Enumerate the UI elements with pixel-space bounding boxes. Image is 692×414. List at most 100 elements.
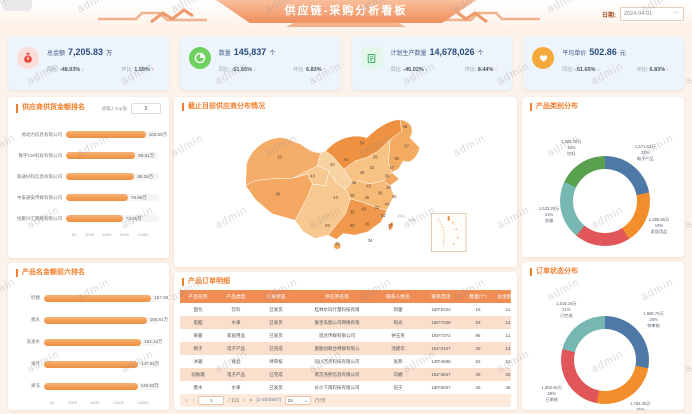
- first-page-button[interactable]: «: [185, 398, 188, 404]
- province-value-label: 37: [404, 144, 409, 149]
- bar-value-label: 147.04万: [141, 361, 159, 367]
- province-value-label: 46: [392, 194, 397, 199]
- kpi-card-average-price: 平均单价 502.86 元 同比: -51.65% ↓ 环比: 6.83% ↑: [523, 37, 684, 90]
- table-row[interactable]: 果酱家居用品已发货思达传媒有限公司钟玉英155*73729611,: [180, 329, 511, 342]
- table-row[interactable]: 冰箱食品待审核同川万点科技有限公司张燕139*46966241,: [180, 355, 511, 368]
- donut-slice-label: 1,784.46万25%已发货: [630, 401, 651, 410]
- province-value-label: 33: [375, 205, 380, 210]
- kpi-unit: 个: [269, 48, 275, 57]
- china-choropleth-map[interactable]: 3546434334543837383847523946464339364635…: [180, 113, 511, 255]
- table-row[interactable]: 润肤霜电子产品已完成南京洛熙信息有限公司向娜151*48474832,: [180, 368, 511, 381]
- donut-slice-label: 1,862.84万26%已审核: [542, 385, 563, 403]
- province-value-label: 38: [394, 156, 399, 161]
- panel-title: 订单状态分布: [530, 268, 578, 276]
- table-column-header: 产品名称: [180, 290, 216, 303]
- table-cell: 电子产品: [216, 342, 256, 355]
- bar-category-label: 洗发水: [14, 339, 44, 345]
- bar[interactable]: [44, 361, 138, 368]
- slice-name: 待审核: [643, 323, 664, 329]
- bar[interactable]: [66, 173, 134, 180]
- province-value-label: 39: [384, 173, 389, 178]
- watermark-text: admin: [683, 348, 692, 375]
- axis-tick-label: 1200K: [137, 232, 149, 237]
- bar-value-label: 160.81万: [150, 317, 168, 323]
- page-size-value: 25: [288, 398, 293, 403]
- slice-name: 衣服: [539, 218, 560, 224]
- bar[interactable]: [66, 194, 128, 201]
- bar[interactable]: [44, 317, 147, 324]
- kpi-unit: 元: [620, 48, 626, 57]
- table-row[interactable]: 面包饮料已发货桂林水同计量科技有限郭蕾150*52221611,: [180, 303, 511, 316]
- table-cell: 张燕: [378, 355, 418, 368]
- bar[interactable]: [66, 131, 146, 138]
- top-value-input[interactable]: [131, 103, 161, 114]
- table-row[interactable]: 电脑水果已发货秦皇岛图公司网络有限阳光186*70365312,: [180, 316, 511, 329]
- title-underline-decoration: [286, 22, 406, 27]
- table-cell: 饮料: [216, 303, 256, 316]
- donut-slice-label: 1,356.55万19%家居用品: [649, 217, 670, 235]
- corner-tab-decoration: [2, 0, 32, 11]
- bar-category-label: 恒聚兴汇网络有限公司: [14, 216, 66, 222]
- table-cell: 椅子: [180, 342, 216, 355]
- table-cell: 汤建华: [378, 342, 418, 355]
- bar-row: 果汁 147.04万: [14, 353, 159, 375]
- kpi-unit: 个: [478, 48, 484, 57]
- axis-tick-label: 1200K: [113, 400, 125, 405]
- mom-value: 6.83%: [650, 67, 666, 73]
- table-row[interactable]: 墨水水果已发货长沙下雨科技有限公司伍宁150*60374545,: [180, 381, 511, 394]
- table-column-header: 订单状态: [256, 290, 296, 303]
- yoy-value: -51.65%: [232, 67, 253, 73]
- table-column-header: 总金额(元): [492, 290, 511, 303]
- kpi-card-total-amount: ¥ 总金额 7,205.83 万 同比: -48.03% ↓ 环比: 1.59%…: [8, 37, 169, 90]
- down-arrow-icon: ↓: [253, 67, 256, 73]
- bar[interactable]: [44, 339, 141, 346]
- province-value-label: 29: [325, 223, 330, 228]
- last-page-button[interactable]: »: [249, 398, 252, 404]
- province-value-label: 35: [365, 195, 370, 200]
- down-arrow-icon: ↓: [82, 67, 85, 73]
- table-cell: 同川万点科技有限公司: [296, 355, 378, 368]
- yoy-label: 同比:: [219, 67, 230, 73]
- slice-percent: 25%: [630, 407, 651, 410]
- bar-category-label: 联通好科信息有限公司: [14, 174, 66, 180]
- table-row[interactable]: 椅子电子产品已完成富联创联合特联有限公汤建华151*01072913,: [180, 342, 511, 355]
- bar[interactable]: [44, 383, 138, 390]
- bar[interactable]: [66, 152, 135, 159]
- bar-value-label: 73.46万: [126, 216, 142, 222]
- table-cell: 186*7036: [418, 316, 464, 329]
- bar-category-label: 果汁: [14, 361, 44, 367]
- bar[interactable]: [66, 215, 123, 222]
- panel-title: 供应商供货金额排名: [16, 104, 85, 112]
- table-cell: 郭蕾: [378, 303, 418, 316]
- axis-tick-label: 400K: [68, 400, 77, 405]
- product-bar-chart[interactable]: 奶糖167.98万墨水160.81万洗发水152.12万果汁147.04万果冻1…: [8, 279, 169, 405]
- bar[interactable]: [44, 295, 151, 302]
- prev-page-button[interactable]: ‹: [192, 398, 194, 404]
- supplier-bar-chart[interactable]: 易动力信息有限公司103.09万数字100科技有限公司89.51万联通好科信息有…: [8, 116, 169, 237]
- bar-row: 数字100科技有限公司89.51万: [14, 145, 159, 166]
- table-column-header: 产品类型: [216, 290, 256, 303]
- table-cell: 钟玉英: [378, 329, 418, 342]
- calendar-icon: [673, 11, 680, 18]
- table-cell: 食品: [216, 355, 256, 368]
- kpi-label: 总金额: [47, 48, 65, 57]
- table-cell: 润肤霜: [180, 368, 216, 381]
- page-size-select[interactable]: 25 ⌄: [285, 396, 311, 405]
- table-cell: 150*5222: [418, 303, 464, 316]
- next-page-button[interactable]: ›: [243, 398, 245, 404]
- date-picker-input[interactable]: 2024-04-01: [620, 7, 684, 21]
- table-cell: 96: [464, 329, 492, 342]
- table-cell: 16: [464, 303, 492, 316]
- table-column-header: 联系人姓名: [378, 290, 418, 303]
- order-status-donut-panel: 订单状态分布 1,986.79万28%待审核1,784.46万25%已发货1,8…: [522, 262, 684, 410]
- table-cell: 向娜: [378, 368, 418, 381]
- page-number-input[interactable]: [198, 396, 224, 405]
- province-value-label: 43: [310, 173, 315, 178]
- kpi-cards-row: ¥ 总金额 7,205.83 万 同比: -48.03% ↓ 环比: 1.59%…: [8, 37, 684, 90]
- svg-text:¥: ¥: [27, 57, 30, 63]
- up-arrow-icon: ↑: [667, 67, 670, 73]
- bar-track: 167.98万: [44, 295, 159, 302]
- chevron-down-icon: ⌄: [304, 398, 308, 404]
- table-cell: 53: [464, 316, 492, 329]
- table-cell: 水果: [216, 316, 256, 329]
